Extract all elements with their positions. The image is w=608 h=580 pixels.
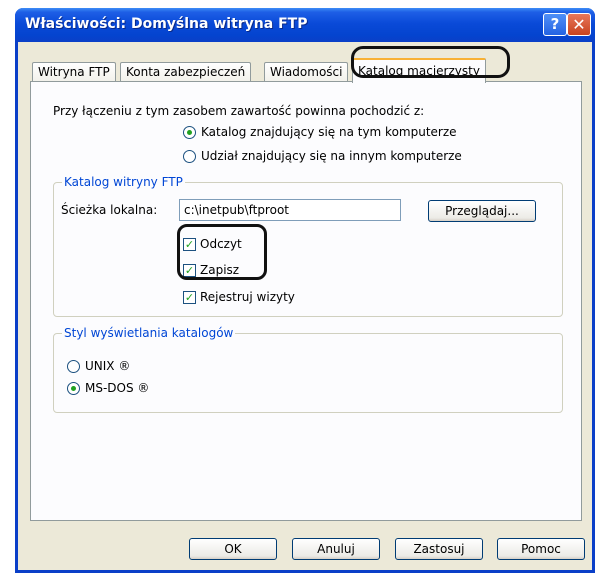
checkbox-log-visits[interactable]: ✓ Rejestruj wizyty (183, 290, 295, 304)
radio-label: UNIX ® (85, 359, 131, 373)
listing-style-group: Styl wyświetlania katalogów (53, 326, 563, 413)
browse-button[interactable]: Przeglądaj... (428, 200, 536, 222)
cancel-button[interactable]: Anuluj (292, 538, 380, 560)
checkbox-label: Rejestruj wizyty (200, 290, 295, 304)
local-path-label: Ścieżka lokalna: (61, 203, 158, 217)
local-path-input[interactable] (179, 199, 401, 221)
group-legend: Katalog witryny FTP (62, 175, 185, 189)
radio-label: Katalog znajdujący się na tym komputerze (201, 125, 457, 139)
highlight-annotation-permissions (177, 224, 267, 280)
help-icon[interactable]: ? (543, 13, 567, 36)
apply-button[interactable]: Zastosuj (395, 538, 483, 560)
ok-button[interactable]: OK (189, 538, 277, 560)
group-legend: Styl wyświetlania katalogów (62, 326, 236, 340)
content-source-label: Przy łączeniu z tym zasobem zawartość po… (53, 104, 425, 118)
window-title: Właściwości: Domyślna witryna FTP (25, 16, 308, 32)
radio-button[interactable] (67, 381, 80, 395)
radio-network-share[interactable]: Udział znajdujący się na innym komputerz… (183, 149, 462, 163)
tab-ftp-site[interactable]: Witryna FTP (32, 62, 116, 82)
highlight-annotation-tab (351, 46, 510, 78)
radio-button[interactable] (183, 125, 196, 139)
radio-button[interactable] (183, 149, 196, 163)
close-icon[interactable]: ✕ (567, 13, 591, 36)
tab-security-accounts[interactable]: Konta zabezpieczeń (120, 62, 252, 82)
properties-dialog: Właściwości: Domyślna witryna FTP ? ✕ Wi… (15, 8, 595, 573)
title-bar[interactable]: Właściwości: Domyślna witryna FTP ? ✕ (15, 8, 595, 42)
radio-ms-dos[interactable]: MS-DOS ® (67, 381, 149, 395)
checkbox-box[interactable]: ✓ (183, 290, 196, 304)
help-button[interactable]: Pomoc (497, 538, 585, 560)
radio-local-directory[interactable]: Katalog znajdujący się na tym komputerze (183, 125, 457, 139)
radio-unix[interactable]: UNIX ® (67, 359, 130, 373)
tab-panel-home-directory: Przy łączeniu z tym zasobem zawartość po… (30, 81, 582, 521)
radio-button[interactable] (67, 359, 80, 373)
radio-label: Udział znajdujący się na innym komputerz… (201, 149, 462, 163)
radio-label: MS-DOS ® (85, 381, 150, 395)
tab-messages[interactable]: Wiadomości (264, 62, 349, 82)
